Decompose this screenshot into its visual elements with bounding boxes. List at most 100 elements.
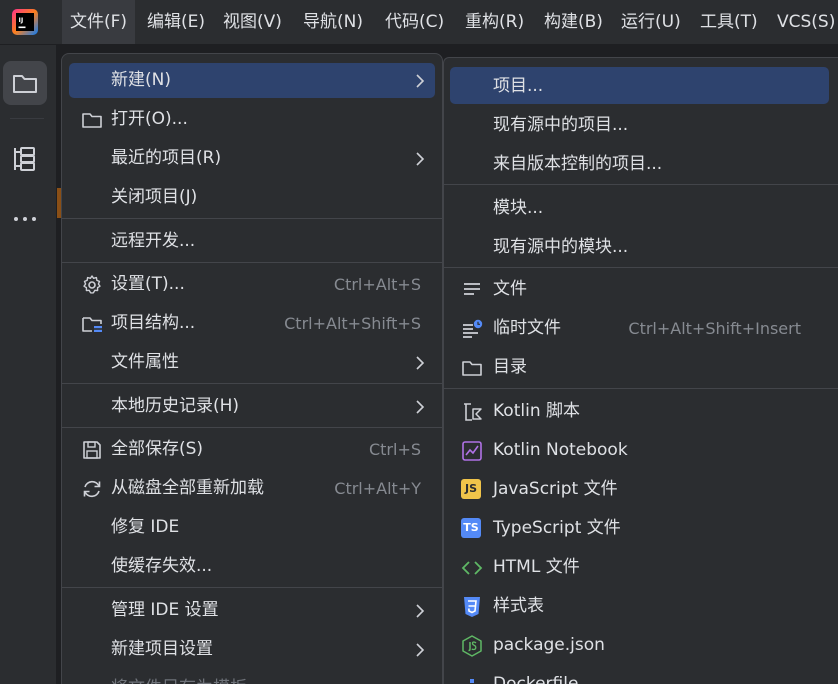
shortcut-label: Ctrl+S — [368, 440, 421, 459]
menu-item-save-as-template[interactable]: 将文件另存为模板... — [62, 669, 442, 684]
structure-tool-button[interactable] — [3, 137, 47, 181]
menu-item-label: Kotlin Notebook — [493, 440, 628, 460]
menu-item-label: 新建项目设置 — [111, 639, 213, 659]
menu-item-manage-ide-settings[interactable]: 管理 IDE 设置 — [62, 591, 442, 630]
folder-icon — [462, 361, 482, 376]
submenu-item-dockerfile[interactable]: Dockerfile — [444, 665, 838, 684]
text-file-icon — [464, 283, 480, 295]
submenu-item-project-from-existing[interactable]: 现有源中的项目... — [444, 106, 838, 145]
menu-item-label: JavaScript 文件 — [493, 479, 618, 499]
menu-item-label: 项目... — [493, 76, 544, 96]
chevron-right-icon — [416, 643, 425, 657]
gear-icon — [83, 275, 101, 294]
menu-item-label: Dockerfile — [493, 674, 579, 684]
menu-item-recent-projects[interactable]: 最近的项目(R) — [62, 139, 442, 178]
shortcut-label: Ctrl+Alt+Shift+Insert — [628, 319, 801, 338]
menu-separator — [444, 388, 838, 389]
menu-item-label: 管理 IDE 设置 — [111, 600, 219, 620]
submenu-item-javascript-file[interactable]: JS JavaScript 文件 — [444, 470, 838, 509]
menu-item-label: 样式表 — [493, 596, 544, 616]
css-icon — [464, 597, 480, 617]
chevron-right-icon — [416, 356, 425, 370]
javascript-badge: JS — [461, 479, 481, 499]
menu-item-settings[interactable]: 设置(T)... Ctrl+Alt+S — [62, 265, 442, 304]
kotlin-script-icon — [464, 403, 482, 421]
submenu-item-file[interactable]: 文件 — [444, 270, 838, 309]
menu-item-label: 使缓存失效... — [111, 556, 213, 576]
menu-item-label: 临时文件 — [493, 318, 561, 338]
menu-build[interactable]: 构建(B) — [536, 0, 611, 44]
menu-item-label: 新建(N) — [111, 70, 171, 90]
project-tool-button[interactable] — [3, 61, 47, 105]
submenu-item-project[interactable]: 项目... — [444, 67, 838, 106]
menu-item-label: TypeScript 文件 — [493, 518, 621, 538]
scratch-file-icon — [463, 319, 483, 338]
submenu-item-typescript-file[interactable]: TS TypeScript 文件 — [444, 509, 838, 548]
main-menubar: IJ 文件(F) 编辑(E) 视图(V) 导航(N) 代码(C) 重构(R) 构… — [0, 0, 838, 45]
menu-item-repair-ide[interactable]: 修复 IDE — [62, 508, 442, 547]
folder-icon — [82, 113, 102, 128]
menu-run[interactable]: 运行(U) — [613, 0, 689, 44]
nodejs-icon — [462, 635, 482, 657]
more-tools-button[interactable] — [3, 197, 47, 241]
menu-item-label: 将文件另存为模板... — [111, 669, 263, 684]
intellij-idea-logo-icon[interactable]: IJ — [12, 9, 38, 35]
submenu-item-directory[interactable]: 目录 — [444, 348, 838, 387]
shortcut-label: Ctrl+Alt+S — [333, 275, 421, 294]
menu-refactor[interactable]: 重构(R) — [457, 0, 532, 44]
submenu-item-package-json[interactable]: package.json — [444, 626, 838, 665]
submenu-item-html-file[interactable]: HTML 文件 — [444, 548, 838, 587]
kotlin-notebook-icon — [462, 441, 482, 461]
menu-tools[interactable]: 工具(T) — [692, 0, 766, 44]
ide-window: IJ 文件(F) 编辑(E) 视图(V) 导航(N) 代码(C) 重构(R) 构… — [0, 0, 838, 684]
menu-item-file-properties[interactable]: 文件属性 — [62, 343, 442, 382]
html-icon — [461, 561, 483, 575]
submenu-item-project-from-vcs[interactable]: 来自版本控制的项目... — [444, 145, 838, 184]
menu-file[interactable]: 文件(F) — [62, 0, 136, 44]
left-tool-strip — [0, 45, 57, 684]
project-structure-icon — [82, 317, 102, 332]
reload-icon — [83, 480, 101, 498]
typescript-icon: TS — [461, 518, 483, 540]
menu-item-label: Kotlin 脚本 — [493, 401, 580, 421]
menu-item-invalidate-caches[interactable]: 使缓存失效... — [62, 547, 442, 586]
menu-navigate[interactable]: 导航(N) — [295, 0, 371, 44]
menu-view[interactable]: 视图(V) — [215, 0, 290, 44]
docker-icon — [470, 679, 474, 683]
typescript-badge: TS — [461, 518, 481, 538]
svg-text:IJ: IJ — [19, 16, 24, 24]
menu-item-label: 设置(T)... — [111, 274, 185, 294]
menu-item-open[interactable]: 打开(O)... — [62, 100, 442, 139]
chevron-right-icon — [416, 604, 425, 618]
menu-item-remote-development[interactable]: 远程开发... — [62, 222, 442, 261]
menu-edit[interactable]: 编辑(E) — [139, 0, 213, 44]
menu-code[interactable]: 代码(C) — [377, 0, 452, 44]
file-menu-popup: 新建(N) 打开(O)... 最近的项目(R) 关闭项目(J) 远程开发... — [61, 53, 443, 684]
menu-item-local-history[interactable]: 本地历史记录(H) — [62, 387, 442, 426]
menu-item-label: 最近的项目(R) — [111, 148, 222, 168]
menu-item-label: 文件属性 — [111, 352, 179, 372]
submenu-item-module[interactable]: 模块... — [444, 189, 838, 228]
submenu-item-stylesheet[interactable]: 样式表 — [444, 587, 838, 626]
submenu-item-scratch-file[interactable]: 临时文件 Ctrl+Alt+Shift+Insert — [444, 309, 838, 348]
menu-item-label: 远程开发... — [111, 231, 196, 251]
submenu-item-kotlin-notebook[interactable]: Kotlin Notebook — [444, 431, 838, 470]
menu-item-new[interactable]: 新建(N) — [62, 61, 442, 100]
menu-item-reload-all[interactable]: 从磁盘全部重新加载 Ctrl+Alt+Y — [62, 469, 442, 508]
menu-item-label: 文件 — [493, 279, 527, 299]
menu-vcs[interactable]: VCS(S) — [769, 0, 838, 44]
menu-item-save-all[interactable]: 全部保存(S) Ctrl+S — [62, 430, 442, 469]
menu-item-label: 本地历史记录(H) — [111, 396, 240, 416]
menu-separator — [62, 427, 442, 428]
save-icon — [83, 441, 101, 459]
menu-item-label: 项目结构... — [111, 313, 196, 333]
menu-item-new-project-setup[interactable]: 新建项目设置 — [62, 630, 442, 669]
chevron-right-icon — [416, 152, 425, 166]
submenu-item-kotlin-script[interactable]: Kotlin 脚本 — [444, 392, 838, 431]
menu-item-project-structure[interactable]: 项目结构... Ctrl+Alt+Shift+S — [62, 304, 442, 343]
submenu-item-module-from-existing[interactable]: 现有源中的模块... — [444, 228, 838, 267]
menu-item-label: 模块... — [493, 198, 544, 218]
menu-item-label: 现有源中的模块... — [493, 237, 629, 257]
menu-item-close-project[interactable]: 关闭项目(J) — [62, 178, 442, 217]
toolstrip-separator — [10, 118, 44, 119]
